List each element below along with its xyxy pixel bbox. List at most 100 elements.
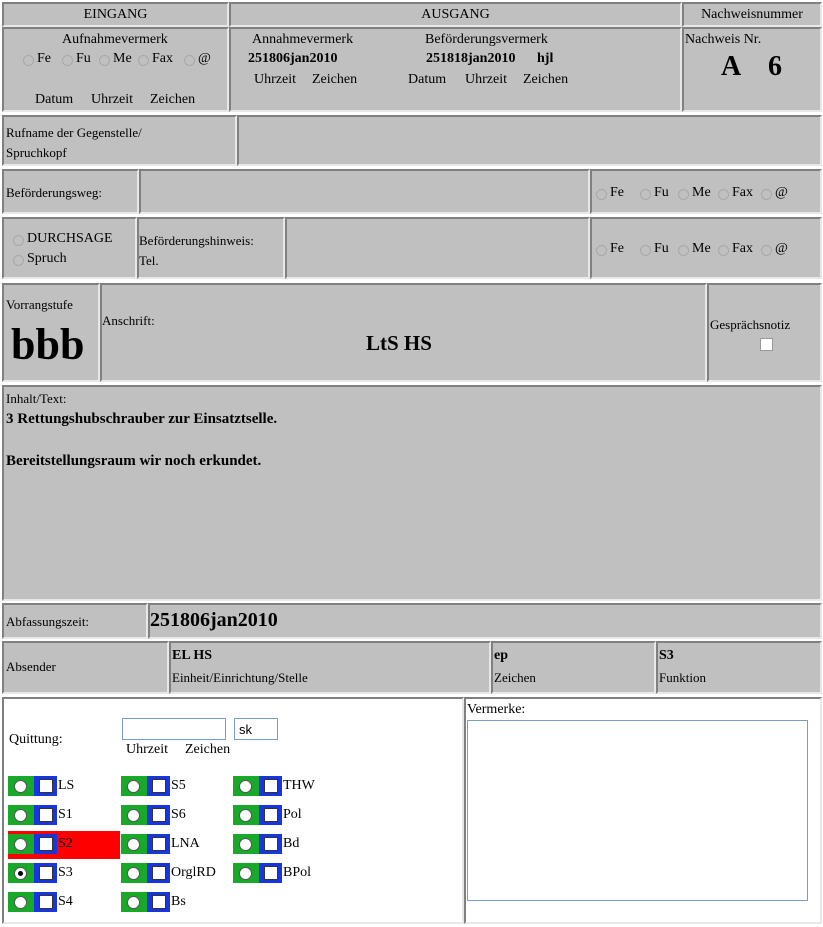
recipient-radio[interactable] <box>14 838 27 851</box>
spruch-radio[interactable] <box>13 255 24 266</box>
recipient-radio[interactable] <box>239 838 252 851</box>
eingang-header-cell: EINGANG <box>2 2 229 27</box>
recipient-checkbox[interactable] <box>264 866 278 880</box>
nachweisnummer-header: Nachweisnummer <box>701 7 803 22</box>
recipient-radio[interactable] <box>127 809 140 822</box>
beforderungsweg-label-cell: Beförderungsweg: <box>2 169 139 214</box>
anschrift-cell[interactable]: Anschrift: LtS HS <box>100 283 707 382</box>
recipient-checkbox[interactable] <box>152 837 166 851</box>
vermerke-cell: Vermerke: <box>464 697 822 924</box>
durchsage-radio[interactable] <box>13 235 24 246</box>
beforderungshinweis-label: Beförderungshinweis: <box>139 233 254 248</box>
abfassung-label-cell: Abfassungszeit: <box>2 603 148 639</box>
recipient-radio[interactable] <box>14 896 27 909</box>
channel-radio-fu[interactable] <box>62 55 73 66</box>
recipient-checkbox[interactable] <box>264 779 278 793</box>
channel-radio-fu[interactable] <box>640 189 651 200</box>
eingang-uhrzeit-label: Uhrzeit <box>91 92 133 107</box>
inhalt-line-1: 3 Rettungshubschrauber zur Einsatztselle… <box>6 411 278 427</box>
recipient-checkbox[interactable] <box>39 779 53 793</box>
recipient-radio[interactable] <box>14 809 27 822</box>
channel-radio-at[interactable] <box>761 245 772 256</box>
channel-radio-me[interactable] <box>678 189 689 200</box>
recipient-label: BPol <box>283 865 312 880</box>
channel-label: Fu <box>654 185 669 200</box>
absender-label-cell: Absender <box>2 641 169 694</box>
annahme-uhrzeit-label: Uhrzeit <box>254 72 296 87</box>
absender-zeichen-cell[interactable]: ep Zeichen <box>491 641 656 694</box>
rufname-input[interactable] <box>237 115 822 166</box>
nachweis-cell: Nachweis Nr. A 6 <box>682 27 822 112</box>
abfassung-value-cell[interactable]: 251806jan2010 <box>148 603 822 639</box>
recipient-label: S2 <box>58 836 73 851</box>
recipient-radio[interactable] <box>127 838 140 851</box>
channel-label: Fe <box>37 51 51 66</box>
recipient-label: S3 <box>58 865 73 880</box>
vorrang-label: Vorrangstufe <box>6 297 73 312</box>
recipient-label: S1 <box>58 807 73 822</box>
channel-radio-fax[interactable] <box>718 245 729 256</box>
absender-einheit-cell[interactable]: EL HS Einheit/Einrichtung/Stelle <box>169 641 491 694</box>
channel-radio-fe[interactable] <box>596 189 607 200</box>
gesprachsnotiz-label: Gesprächsnotiz <box>710 317 791 332</box>
vermerke-label: Vermerke: <box>467 702 526 717</box>
channel-radio-fe[interactable] <box>596 245 607 256</box>
channel-label: @ <box>775 185 788 200</box>
recipient-label: OrglRD <box>171 865 216 880</box>
beforderungsweg-channel-cell: Fe Fu Me Fax @ <box>590 169 822 214</box>
recipient-checkbox[interactable] <box>264 837 278 851</box>
recipient-checkbox[interactable] <box>39 837 53 851</box>
recipient-radio[interactable] <box>14 780 27 793</box>
recipient-checkbox[interactable] <box>152 866 166 880</box>
quittung-uhrzeit-input[interactable] <box>122 718 226 740</box>
recipient-radio[interactable] <box>239 867 252 880</box>
recipient-checkbox[interactable] <box>39 866 53 880</box>
recipient-checkbox[interactable] <box>152 779 166 793</box>
absender-funktion-cell[interactable]: S3 Funktion <box>656 641 822 694</box>
channel-radio-me[interactable] <box>99 55 110 66</box>
channel-radio-fe[interactable] <box>23 55 34 66</box>
gesprachsnotiz-checkbox[interactable] <box>760 338 773 351</box>
nachweis-label: Nachweis Nr. <box>685 32 762 47</box>
durchsage-cell: DURCHSAGE Spruch <box>2 217 137 279</box>
anschrift-value: LtS HS <box>366 331 432 355</box>
quittung-cell: Quittung: Uhrzeit Zeichen LS S1 S2 S3 S4 S5 S6… <box>2 697 464 924</box>
recipient-radio[interactable] <box>14 867 27 880</box>
recipient-label: Pol <box>283 807 302 822</box>
beforderung-datum-label: Datum <box>408 72 447 87</box>
recipient-checkbox[interactable] <box>39 808 53 822</box>
recipient-radio[interactable] <box>127 896 140 909</box>
quittung-zeichen-input[interactable] <box>234 718 278 740</box>
vorrang-cell: Vorrangstufe bbb <box>2 283 100 382</box>
vorrang-value: bbb <box>11 320 85 369</box>
rufname-label-line1: Rufname der Gegenstelle/ <box>6 125 142 140</box>
channel-radio-fu[interactable] <box>640 245 651 256</box>
channel-radio-me[interactable] <box>678 245 689 256</box>
absender-funktion-label: Funktion <box>659 670 706 685</box>
eingang-header: EINGANG <box>83 7 148 22</box>
nachweis-prefix: A <box>721 51 742 82</box>
nachweis-number: 6 <box>768 51 782 82</box>
beforderungsweg-input[interactable] <box>139 169 590 214</box>
recipient-radio[interactable] <box>239 780 252 793</box>
channel-radio-at[interactable] <box>761 189 772 200</box>
beforderungshinweis-input[interactable] <box>285 217 590 279</box>
channel-radio-at[interactable] <box>184 55 195 66</box>
aufnahmevermerk-label: Aufnahmevermerk <box>62 32 168 47</box>
abfassung-label: Abfassungszeit: <box>6 614 90 629</box>
channel-radio-fax[interactable] <box>718 189 729 200</box>
beforderungsweg-label: Beförderungsweg: <box>6 185 103 200</box>
vermerke-textarea[interactable] <box>467 720 808 901</box>
tel-label: Tel. <box>139 253 159 268</box>
recipient-radio[interactable] <box>239 809 252 822</box>
recipient-checkbox[interactable] <box>152 895 166 909</box>
recipient-radio[interactable] <box>127 867 140 880</box>
recipient-checkbox[interactable] <box>39 895 53 909</box>
recipient-checkbox[interactable] <box>152 808 166 822</box>
channel-radio-fax[interactable] <box>138 55 149 66</box>
inhalt-cell[interactable]: Inhalt/Text: 3 Rettungshubschrauber zur … <box>2 385 822 601</box>
recipient-radio[interactable] <box>127 780 140 793</box>
beforderungsvermerk-label: Beförderungsvermerk <box>425 32 548 47</box>
recipient-checkbox[interactable] <box>264 808 278 822</box>
recipient-label: S5 <box>171 778 186 793</box>
